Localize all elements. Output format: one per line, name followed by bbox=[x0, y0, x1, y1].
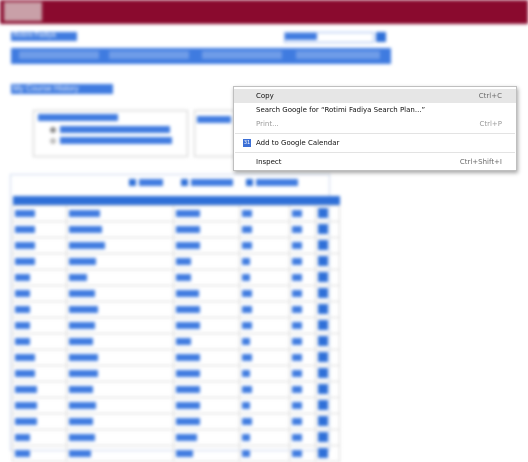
filter-option-2 bbox=[60, 137, 172, 144]
menu-separator bbox=[235, 133, 515, 134]
top-banner bbox=[0, 0, 528, 24]
menu-item-print[interactable]: Print... Ctrl+P bbox=[234, 117, 516, 131]
table-row bbox=[12, 205, 340, 222]
context-menu: Copy Ctrl+C Search Google for “Rotimi Fa… bbox=[233, 86, 517, 171]
menu-item-print-shortcut: Ctrl+P bbox=[479, 120, 502, 128]
menu-item-copy-shortcut: Ctrl+C bbox=[478, 92, 502, 100]
table-row bbox=[12, 445, 340, 462]
table-row bbox=[12, 301, 340, 318]
search-go-button[interactable] bbox=[376, 32, 386, 42]
table-row bbox=[12, 397, 340, 414]
table-row bbox=[12, 253, 340, 270]
menu-item-print-label: Print... bbox=[256, 120, 279, 128]
menu-separator bbox=[235, 152, 515, 153]
table-button-2-icon bbox=[181, 179, 188, 186]
table-button-1-icon bbox=[129, 179, 136, 186]
filter-option-1 bbox=[60, 126, 170, 133]
table-row bbox=[12, 237, 340, 254]
nav-plan-field[interactable] bbox=[109, 51, 189, 59]
nav-search-field[interactable] bbox=[19, 51, 99, 59]
filter-heading bbox=[38, 114, 118, 121]
table-row bbox=[12, 269, 340, 286]
menu-item-search-google[interactable]: Search Google for “Rotimi Fadiya Search … bbox=[234, 103, 516, 117]
menu-item-search-google-label: Search Google for “Rotimi Fadiya Search … bbox=[256, 106, 426, 114]
search-select-value bbox=[285, 33, 317, 40]
table-button-2[interactable] bbox=[191, 179, 233, 186]
table-header bbox=[12, 196, 340, 206]
menu-item-add-to-calendar[interactable]: 31 Add to Google Calendar bbox=[234, 136, 516, 150]
background-page: Rotimi Fadiya My Course History bbox=[0, 0, 528, 462]
student-name: Rotimi Fadiya bbox=[11, 32, 77, 41]
table-row bbox=[12, 365, 340, 382]
table-row bbox=[12, 285, 340, 302]
menu-item-copy[interactable]: Copy Ctrl+C bbox=[234, 89, 516, 103]
menu-item-add-to-calendar-label: Add to Google Calendar bbox=[256, 139, 340, 147]
sort-heading bbox=[197, 116, 231, 123]
filter-radio-2[interactable] bbox=[50, 138, 56, 144]
google-calendar-icon: 31 bbox=[243, 139, 251, 147]
table-row bbox=[12, 381, 340, 398]
table-row bbox=[12, 317, 340, 334]
table-button-1[interactable] bbox=[139, 179, 163, 186]
university-logo bbox=[4, 2, 42, 21]
table-button-3-icon bbox=[246, 179, 253, 186]
menu-item-inspect-shortcut: Ctrl+Shift+I bbox=[459, 158, 502, 166]
table-row bbox=[12, 349, 340, 366]
nav-enrollment-field[interactable] bbox=[296, 51, 380, 59]
table-row bbox=[12, 429, 340, 446]
section-title: My Course History bbox=[11, 84, 113, 94]
table-button-3[interactable] bbox=[256, 179, 298, 186]
nav-course-field[interactable] bbox=[202, 51, 282, 59]
menu-item-copy-label: Copy bbox=[256, 92, 274, 100]
table-row bbox=[12, 221, 340, 238]
table-row bbox=[12, 413, 340, 430]
filter-radio-1[interactable] bbox=[50, 127, 56, 133]
menu-item-inspect[interactable]: Inspect Ctrl+Shift+I bbox=[234, 155, 516, 169]
menu-item-inspect-label: Inspect bbox=[256, 158, 282, 166]
course-history-table bbox=[12, 196, 340, 462]
table-row bbox=[12, 333, 340, 350]
